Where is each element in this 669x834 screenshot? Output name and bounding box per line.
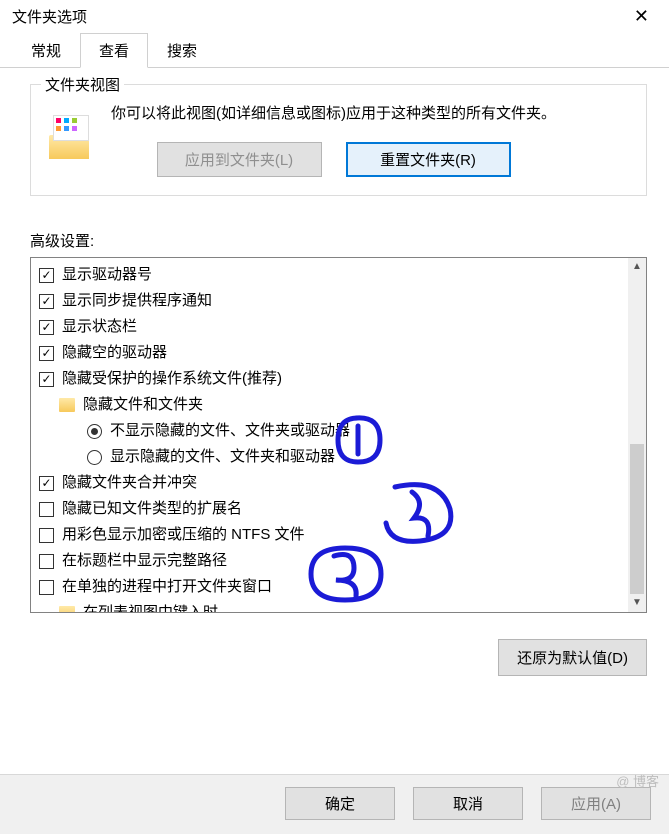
tab-search[interactable]: 搜索 [148,33,216,67]
tab-view[interactable]: 查看 [80,33,148,68]
restore-defaults-button[interactable]: 还原为默认值(D) [498,639,647,676]
group-description: 你可以将此视图(如详细信息或图标)应用于这种类型的所有文件夹。 [111,103,556,124]
checkbox-icon[interactable] [39,528,54,543]
item-label[interactable]: 在单独的进程中打开文件夹窗口 [62,574,272,600]
radio-icon[interactable] [87,450,102,465]
checkbox-icon[interactable]: ✓ [39,476,54,491]
window-title: 文件夹选项 [12,6,87,27]
folder-icon [59,606,75,612]
scrollbar[interactable]: ▲ ▼ [628,258,646,612]
folder-preview-icon [47,109,97,159]
item-label[interactable]: 隐藏文件夹合并冲突 [62,470,197,496]
checkbox-icon[interactable]: ✓ [39,372,54,387]
item-label[interactable]: 隐藏已知文件类型的扩展名 [62,496,242,522]
item-label[interactable]: 隐藏受保护的操作系统文件(推荐) [62,366,282,392]
checkbox-icon[interactable]: ✓ [39,320,54,335]
checkbox-icon[interactable]: ✓ [39,346,54,361]
checkbox-icon[interactable] [39,580,54,595]
advanced-listbox: ✓ 显示驱动器号 ✓ 显示同步提供程序通知 ✓ 显示状态栏 ✓ 隐藏空的驱动器 ✓ 隐藏受… [30,257,647,613]
scroll-down-icon[interactable]: ▼ [628,594,646,612]
checkbox-icon[interactable]: ✓ [39,294,54,309]
checkbox-icon[interactable] [39,502,54,517]
ok-button[interactable]: 确定 [285,787,395,820]
watermark: @ 博客 [616,771,659,790]
apply-button[interactable]: 应用(A) [541,787,651,820]
item-label[interactable]: 在标题栏中显示完整路径 [62,548,227,574]
cancel-button[interactable]: 取消 [413,787,523,820]
item-label[interactable]: 在列表视图中键入时 [83,600,218,612]
folder-icon [59,398,75,412]
item-label[interactable]: 显示驱动器号 [62,262,152,288]
tab-strip: 常规 查看 搜索 [0,33,669,68]
item-label[interactable]: 显示状态栏 [62,314,137,340]
close-icon[interactable]: ✕ [626,6,657,27]
item-label[interactable]: 隐藏空的驱动器 [62,340,167,366]
item-label[interactable]: 显示同步提供程序通知 [62,288,212,314]
tab-general[interactable]: 常规 [12,33,80,67]
checkbox-icon[interactable]: ✓ [39,268,54,283]
group-legend: 文件夹视图 [41,74,124,95]
radio-icon[interactable] [87,424,102,439]
reset-folders-button[interactable]: 重置文件夹(R) [346,142,511,177]
item-label[interactable]: 显示隐藏的文件、文件夹和驱动器 [110,444,335,470]
folder-view-group: 文件夹视图 你可以将此视图(如详细信息或图标)应用于这种类型的所有文件夹。 应用… [30,84,647,196]
advanced-label: 高级设置: [30,230,647,251]
checkbox-icon[interactable] [39,554,54,569]
scroll-up-icon[interactable]: ▲ [628,258,646,276]
item-label[interactable]: 不显示隐藏的文件、文件夹或驱动器 [110,418,350,444]
scroll-thumb[interactable] [630,444,644,594]
apply-to-folders-button: 应用到文件夹(L) [157,142,322,177]
item-label[interactable]: 隐藏文件和文件夹 [83,392,203,418]
item-label[interactable]: 用彩色显示加密或压缩的 NTFS 文件 [62,522,305,548]
dialog-footer: 确定 取消 应用(A) [0,774,669,834]
